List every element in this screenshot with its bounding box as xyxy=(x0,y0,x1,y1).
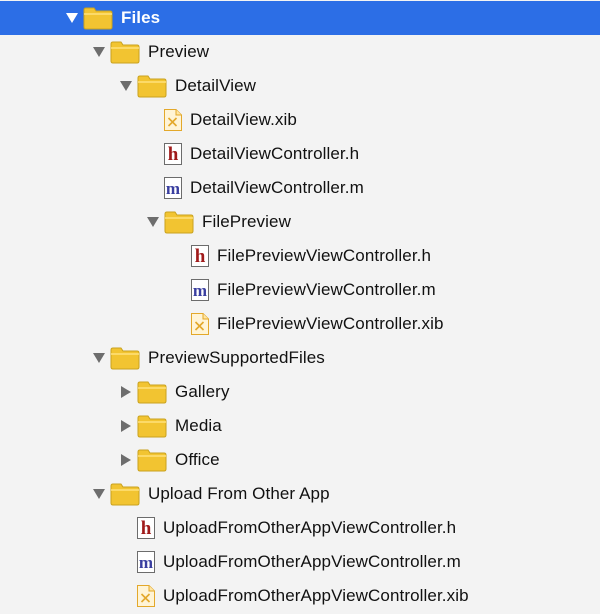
xib-file-icon xyxy=(164,109,182,131)
tree-row-filepreviewviewcontroller-h[interactable]: h FilePreviewViewController.h xyxy=(0,239,600,273)
folder-icon xyxy=(110,483,140,506)
disclosure-open-icon[interactable] xyxy=(119,80,132,93)
disclosure-open-icon[interactable] xyxy=(65,12,78,25)
tree-row-label: FilePreviewViewController.m xyxy=(217,280,436,299)
implementation-file-icon: m xyxy=(137,551,155,573)
header-file-icon: h xyxy=(164,143,182,165)
folder-icon xyxy=(83,7,113,30)
tree-row-detailview-xib[interactable]: DetailView.xib xyxy=(0,103,600,137)
tree-row-office[interactable]: Office xyxy=(0,443,600,477)
tree-row-label: PreviewSupportedFiles xyxy=(148,348,325,367)
tree-row-label: DetailViewController.m xyxy=(190,178,364,197)
header-file-icon: h xyxy=(137,517,155,539)
folder-icon xyxy=(137,75,167,98)
tree-row-uploadfromotherappviewcontroller-m[interactable]: m UploadFromOtherAppViewController.m xyxy=(0,545,600,579)
disclosure-open-icon[interactable] xyxy=(146,216,159,229)
tree-row-files[interactable]: Files xyxy=(0,1,600,35)
tree-row-detailview[interactable]: DetailView xyxy=(0,69,600,103)
xib-file-icon xyxy=(137,585,155,607)
tree-row-label: Files xyxy=(121,8,161,27)
tree-row-label: Media xyxy=(175,416,222,435)
tree-row-label: UploadFromOtherAppViewController.xib xyxy=(163,586,469,605)
tree-row-label: DetailViewController.h xyxy=(190,144,360,163)
tree-row-previewsupportedfiles[interactable]: PreviewSupportedFiles xyxy=(0,341,600,375)
disclosure-closed-icon[interactable] xyxy=(119,454,132,467)
tree-row-label: FilePreviewViewController.xib xyxy=(217,314,444,333)
disclosure-open-icon[interactable] xyxy=(92,352,105,365)
tree-row-label: FilePreview xyxy=(202,212,291,231)
tree-row-label: DetailView xyxy=(175,76,257,95)
implementation-file-icon: m xyxy=(164,177,182,199)
folder-icon xyxy=(164,211,194,234)
tree-row-detailviewcontroller-h[interactable]: h DetailViewController.h xyxy=(0,137,600,171)
tree-row-preview[interactable]: Preview xyxy=(0,35,600,69)
tree-row-label: Gallery xyxy=(175,382,230,401)
tree-row-label: UploadFromOtherAppViewController.m xyxy=(163,552,461,571)
disclosure-open-icon[interactable] xyxy=(92,46,105,59)
tree-row-label: Preview xyxy=(148,42,210,61)
tree-row-media[interactable]: Media xyxy=(0,409,600,443)
tree-row-filepreview[interactable]: FilePreview xyxy=(0,205,600,239)
tree-row-upload-from-other-app[interactable]: Upload From Other App xyxy=(0,477,600,511)
folder-icon xyxy=(110,41,140,64)
header-file-icon: h xyxy=(191,245,209,267)
tree-row-uploadfromotherappviewcontroller-xib[interactable]: UploadFromOtherAppViewController.xib xyxy=(0,579,600,613)
tree-row-detailviewcontroller-m[interactable]: m DetailViewController.m xyxy=(0,171,600,205)
tree-row-label: Upload From Other App xyxy=(148,484,330,503)
tree-row-uploadfromotherappviewcontroller-h[interactable]: h UploadFromOtherAppViewController.h xyxy=(0,511,600,545)
disclosure-closed-icon[interactable] xyxy=(119,420,132,433)
project-navigator: Files Preview DetailView DetailView.xib h Det… xyxy=(0,0,600,614)
folder-icon xyxy=(110,347,140,370)
implementation-file-icon: m xyxy=(191,279,209,301)
tree-row-label: FilePreviewViewController.h xyxy=(217,246,432,265)
tree-row-label: DetailView.xib xyxy=(190,110,297,129)
folder-icon xyxy=(137,381,167,404)
folder-icon xyxy=(137,449,167,472)
disclosure-closed-icon[interactable] xyxy=(119,386,132,399)
xib-file-icon xyxy=(191,313,209,335)
tree-row-filepreviewviewcontroller-xib[interactable]: FilePreviewViewController.xib xyxy=(0,307,600,341)
tree-row-filepreviewviewcontroller-m[interactable]: m FilePreviewViewController.m xyxy=(0,273,600,307)
tree-row-label: Office xyxy=(175,450,220,469)
folder-icon xyxy=(137,415,167,438)
disclosure-open-icon[interactable] xyxy=(92,488,105,501)
tree-row-label: UploadFromOtherAppViewController.h xyxy=(163,518,457,537)
tree-row-gallery[interactable]: Gallery xyxy=(0,375,600,409)
